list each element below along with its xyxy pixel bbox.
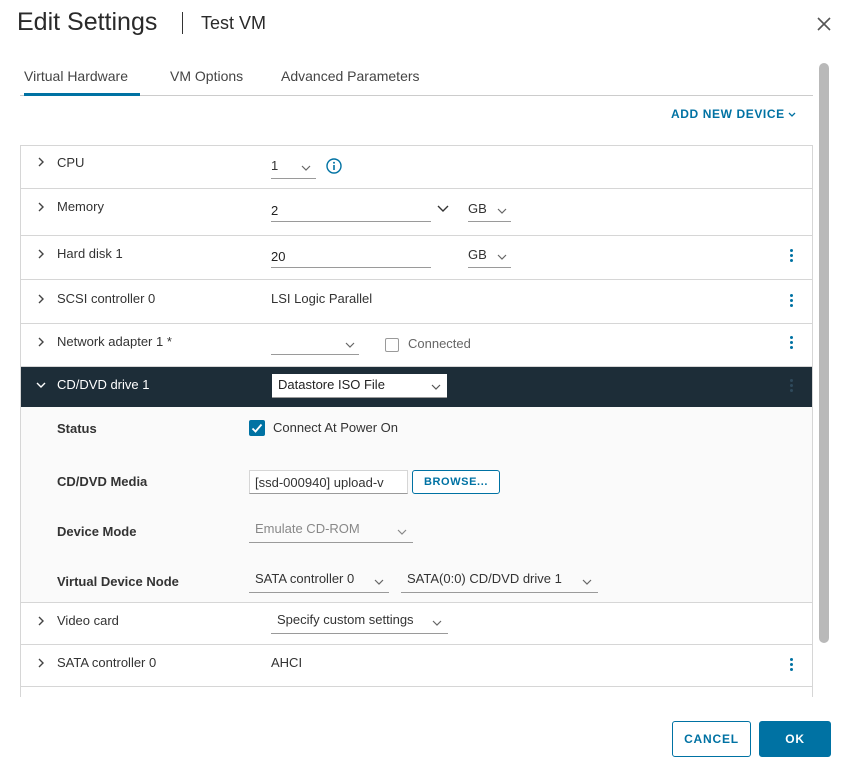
device-mode-select[interactable]: Emulate CD-ROM bbox=[249, 521, 413, 543]
video-card-select[interactable]: Specify custom settings bbox=[271, 612, 448, 634]
add-new-device-label: ADD NEW DEVICE bbox=[671, 107, 785, 121]
cpu-select[interactable]: 1 bbox=[271, 158, 316, 179]
dialog-header: Edit Settings Test VM bbox=[0, 0, 845, 50]
memory-unit-select[interactable]: GB bbox=[468, 201, 511, 222]
cpu-value: 1 bbox=[271, 158, 279, 173]
cancel-button[interactable]: CANCEL bbox=[672, 721, 751, 757]
hard-disk-unit: GB bbox=[468, 247, 487, 262]
dialog-title: Edit Settings bbox=[17, 8, 158, 36]
tab-vm-options[interactable]: VM Options bbox=[170, 68, 243, 96]
sata-value: AHCI bbox=[271, 655, 303, 670]
add-new-device-button[interactable]: ADD NEW DEVICE bbox=[671, 107, 796, 121]
scrollbar-thumb[interactable] bbox=[819, 63, 829, 643]
scsi-label: SCSI controller 0 bbox=[57, 291, 156, 306]
connected-checkbox[interactable] bbox=[385, 338, 399, 352]
vdn-node-value: SATA(0:0) CD/DVD drive 1 bbox=[407, 571, 562, 586]
vdn-node-select[interactable]: SATA(0:0) CD/DVD drive 1 bbox=[401, 571, 598, 593]
hard-disk-input[interactable]: 20 bbox=[271, 247, 431, 268]
connect-at-power-on-checkbox[interactable] bbox=[249, 420, 265, 436]
scsi-value: LSI Logic Parallel bbox=[271, 291, 373, 306]
row-network-adapter: Network adapter 1 * Connected bbox=[21, 324, 812, 367]
chevron-right-icon[interactable] bbox=[34, 155, 48, 169]
row-memory: Memory 2 GB bbox=[21, 189, 812, 236]
scrollbar[interactable] bbox=[817, 60, 831, 697]
chevron-right-icon[interactable] bbox=[34, 247, 48, 261]
more-actions-icon[interactable] bbox=[784, 656, 798, 676]
row-scsi-controller: SCSI controller 0 LSI Logic Parallel bbox=[21, 280, 812, 324]
chevron-right-icon[interactable] bbox=[34, 200, 48, 214]
chevron-right-icon[interactable] bbox=[34, 656, 48, 670]
connected-label: Connected bbox=[408, 336, 471, 351]
cd-dvd-label: CD/DVD drive 1 bbox=[57, 377, 150, 392]
tab-advanced-parameters[interactable]: Advanced Parameters bbox=[281, 68, 420, 96]
tab-virtual-hardware[interactable]: Virtual Hardware bbox=[24, 68, 140, 96]
info-icon[interactable] bbox=[326, 158, 342, 174]
connect-at-power-on-label: Connect At Power On bbox=[273, 420, 399, 435]
device-mode-value: Emulate CD-ROM bbox=[255, 521, 360, 536]
row-sata-controller: SATA controller 0 AHCI bbox=[21, 645, 812, 687]
chevron-down-icon bbox=[497, 208, 507, 214]
chevron-right-icon[interactable] bbox=[34, 335, 48, 349]
memory-input[interactable]: 2 bbox=[271, 201, 431, 222]
network-label: Network adapter 1 * bbox=[57, 334, 172, 349]
chevron-down-icon[interactable] bbox=[437, 205, 449, 212]
memory-unit: GB bbox=[468, 201, 487, 216]
chevron-down-icon bbox=[788, 110, 796, 121]
memory-label: Memory bbox=[57, 199, 104, 214]
chevron-down-icon bbox=[301, 165, 311, 171]
video-card-label: Video card bbox=[57, 613, 119, 628]
title-separator bbox=[182, 12, 183, 34]
device-mode-label: Device Mode bbox=[57, 524, 137, 539]
vdn-controller-select[interactable]: SATA controller 0 bbox=[249, 571, 389, 593]
chevron-down-icon bbox=[374, 579, 384, 585]
network-select[interactable] bbox=[271, 334, 359, 355]
cd-dvd-type-select[interactable]: Datastore ISO File bbox=[272, 374, 447, 398]
chevron-down-icon bbox=[497, 254, 507, 260]
row-hard-disk: Hard disk 1 20 GB bbox=[21, 236, 812, 280]
chevron-down-icon bbox=[582, 579, 592, 585]
vdn-controller-value: SATA controller 0 bbox=[255, 571, 355, 586]
chevron-down-icon bbox=[397, 529, 407, 535]
cpu-label: CPU bbox=[57, 155, 85, 170]
cd-dvd-type-value: Datastore ISO File bbox=[278, 377, 385, 392]
browse-button[interactable]: BROWSE... bbox=[412, 470, 500, 494]
tab-bar: Virtual Hardware VM Options Advanced Par… bbox=[20, 62, 813, 96]
hardware-table: CPU 1 Memory 2 GB Hard disk 1 20 GB SCSI… bbox=[20, 145, 813, 697]
more-actions-icon[interactable] bbox=[784, 247, 798, 267]
checkmark-icon bbox=[251, 423, 263, 433]
media-label: CD/DVD Media bbox=[57, 474, 148, 489]
chevron-right-icon[interactable] bbox=[34, 614, 48, 628]
chevron-down-icon bbox=[345, 342, 355, 348]
more-actions-icon[interactable] bbox=[784, 377, 798, 397]
chevron-right-icon[interactable] bbox=[34, 292, 48, 306]
row-cpu: CPU 1 bbox=[21, 146, 812, 189]
row-cd-dvd-drive: CD/DVD drive 1 Datastore ISO File bbox=[21, 367, 812, 407]
hard-disk-unit-select[interactable]: GB bbox=[468, 247, 511, 268]
chevron-down-icon[interactable] bbox=[34, 378, 48, 392]
chevron-down-icon bbox=[431, 384, 441, 390]
chevron-down-icon bbox=[432, 620, 442, 626]
close-icon[interactable] bbox=[812, 12, 836, 36]
virtual-device-node-label: Virtual Device Node bbox=[57, 574, 179, 589]
ok-button[interactable]: OK bbox=[759, 721, 831, 757]
cd-dvd-details: Status Connect At Power On CD/DVD Media … bbox=[21, 407, 812, 603]
sata-label: SATA controller 0 bbox=[57, 655, 157, 670]
video-card-value: Specify custom settings bbox=[277, 612, 414, 627]
media-path-input[interactable]: [ssd-000940] upload-v bbox=[249, 470, 408, 494]
status-label: Status bbox=[57, 421, 97, 436]
vm-name: Test VM bbox=[201, 13, 267, 33]
hard-disk-label: Hard disk 1 bbox=[57, 246, 123, 261]
row-video-card: Video card Specify custom settings bbox=[21, 603, 812, 645]
more-actions-icon[interactable] bbox=[784, 292, 798, 312]
more-actions-icon[interactable] bbox=[784, 334, 798, 354]
